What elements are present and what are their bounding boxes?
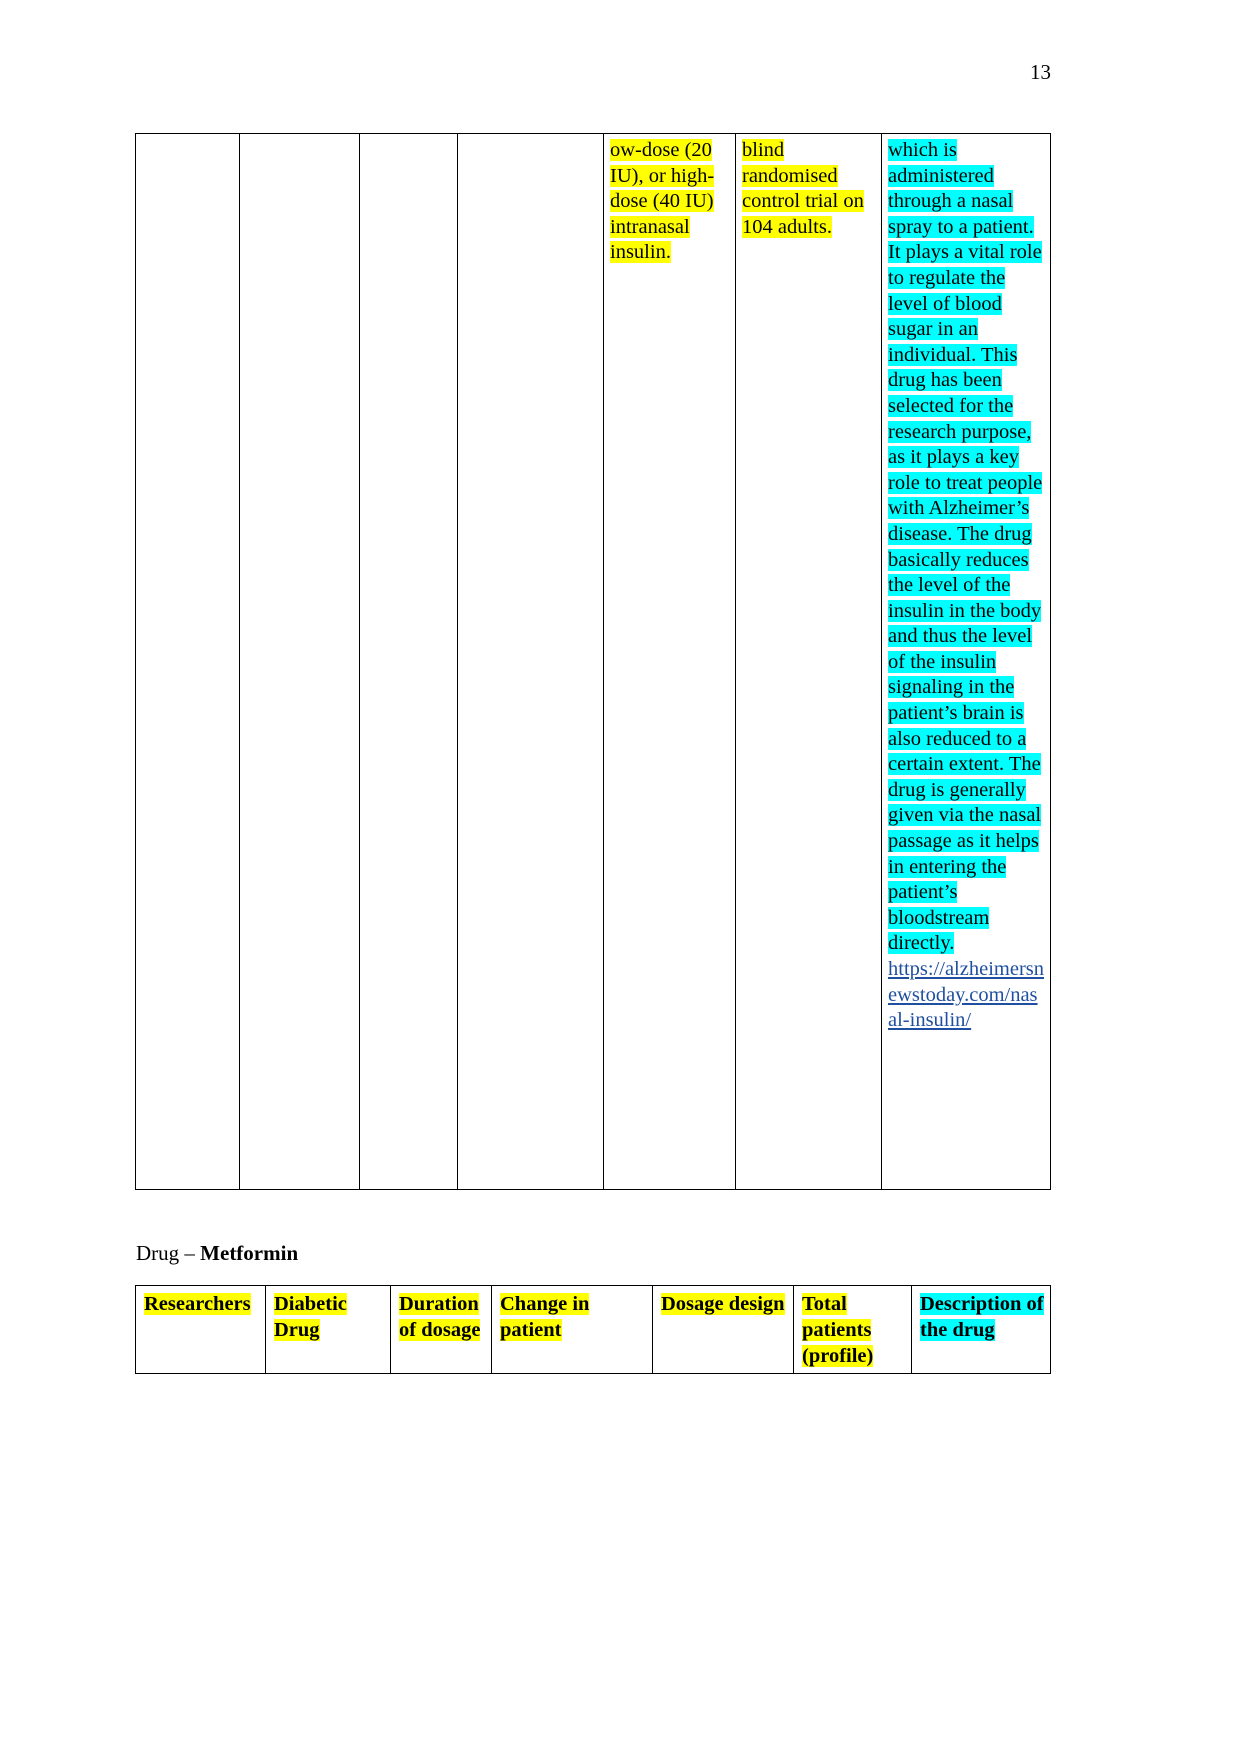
cell-duration-of-dosage: [359, 133, 458, 1190]
cell-dosage-design-body: ow-dose (20 IU), or high-dose (40 IU) in…: [604, 134, 735, 270]
cell-duration-of-dosage-text: [360, 134, 457, 142]
cell-dosage-design: ow-dose (20 IU), or high-dose (40 IU) in…: [603, 133, 736, 1190]
continued-drug-table: ow-dose (20 IU), or high-dose (40 IU) in…: [135, 133, 1051, 1190]
metformin-header-diabetic-drug-label: Diabetic Drug: [274, 1293, 347, 1341]
cell-diabetic-drug-text: [240, 134, 359, 142]
cell-description-body: which is administered through a nasal sp…: [882, 134, 1050, 1038]
metformin-header-description-of-the-drug: Description of the drug: [911, 1285, 1051, 1374]
metformin-header-total-patients-label: Total patients (profile): [802, 1293, 874, 1367]
cell-description-text: which is administered through a nasal sp…: [888, 139, 1043, 955]
metformin-header-total-patients: Total patients (profile): [793, 1285, 912, 1374]
drug-caption: Drug – Metformin: [136, 1240, 298, 1266]
metformin-header-change-in-patient-label: Change in patient: [500, 1293, 590, 1341]
metformin-header-researchers-label: Researchers: [144, 1293, 251, 1315]
metformin-header-description-of-the-drug-label: Description of the drug: [920, 1293, 1044, 1341]
cell-dosage-design-text: ow-dose (20 IU), or high-dose (40 IU) in…: [610, 139, 715, 264]
cell-total-patients-text: blind randomised control trial on 104 ad…: [742, 139, 864, 238]
metformin-header-change-in-patient: Change in patient: [491, 1285, 653, 1374]
table-row: ow-dose (20 IU), or high-dose (40 IU) in…: [135, 133, 1051, 1190]
cell-total-patients: blind randomised control trial on 104 ad…: [735, 133, 882, 1190]
description-source-link[interactable]: https://alzheimersnewstoday.com/nasal-in…: [888, 958, 1044, 1031]
metformin-header-duration-of-dosage: Duration of dosage: [390, 1285, 492, 1374]
cell-total-patients-body: blind randomised control trial on 104 ad…: [736, 134, 881, 244]
page-number: 13: [1030, 60, 1051, 84]
cell-change-in-patient-text: [458, 134, 603, 142]
drug-caption-name: Metformin: [200, 1241, 299, 1265]
metformin-header-duration-of-dosage-label: Duration of dosage: [399, 1293, 481, 1341]
cell-description-of-the-drug: which is administered through a nasal sp…: [881, 133, 1051, 1190]
drug-caption-prefix: Drug –: [136, 1241, 201, 1265]
metformin-header-dosage-design-label: Dosage design: [661, 1293, 785, 1315]
cell-change-in-patient: [457, 133, 604, 1190]
metformin-header-researchers: Researchers: [135, 1285, 266, 1374]
cell-researchers-text: [136, 134, 239, 142]
document-page: 13 ow-dose (20 IU), or high-dose (40 IU)…: [0, 0, 1241, 1754]
cell-researchers: [135, 133, 240, 1190]
metformin-header-dosage-design: Dosage design: [652, 1285, 794, 1374]
metformin-header-diabetic-drug: Diabetic Drug: [265, 1285, 391, 1374]
metformin-header-row: Researchers Diabetic Drug Duration of do…: [135, 1285, 1051, 1374]
metformin-table: Researchers Diabetic Drug Duration of do…: [135, 1285, 1051, 1374]
cell-diabetic-drug: [239, 133, 360, 1190]
